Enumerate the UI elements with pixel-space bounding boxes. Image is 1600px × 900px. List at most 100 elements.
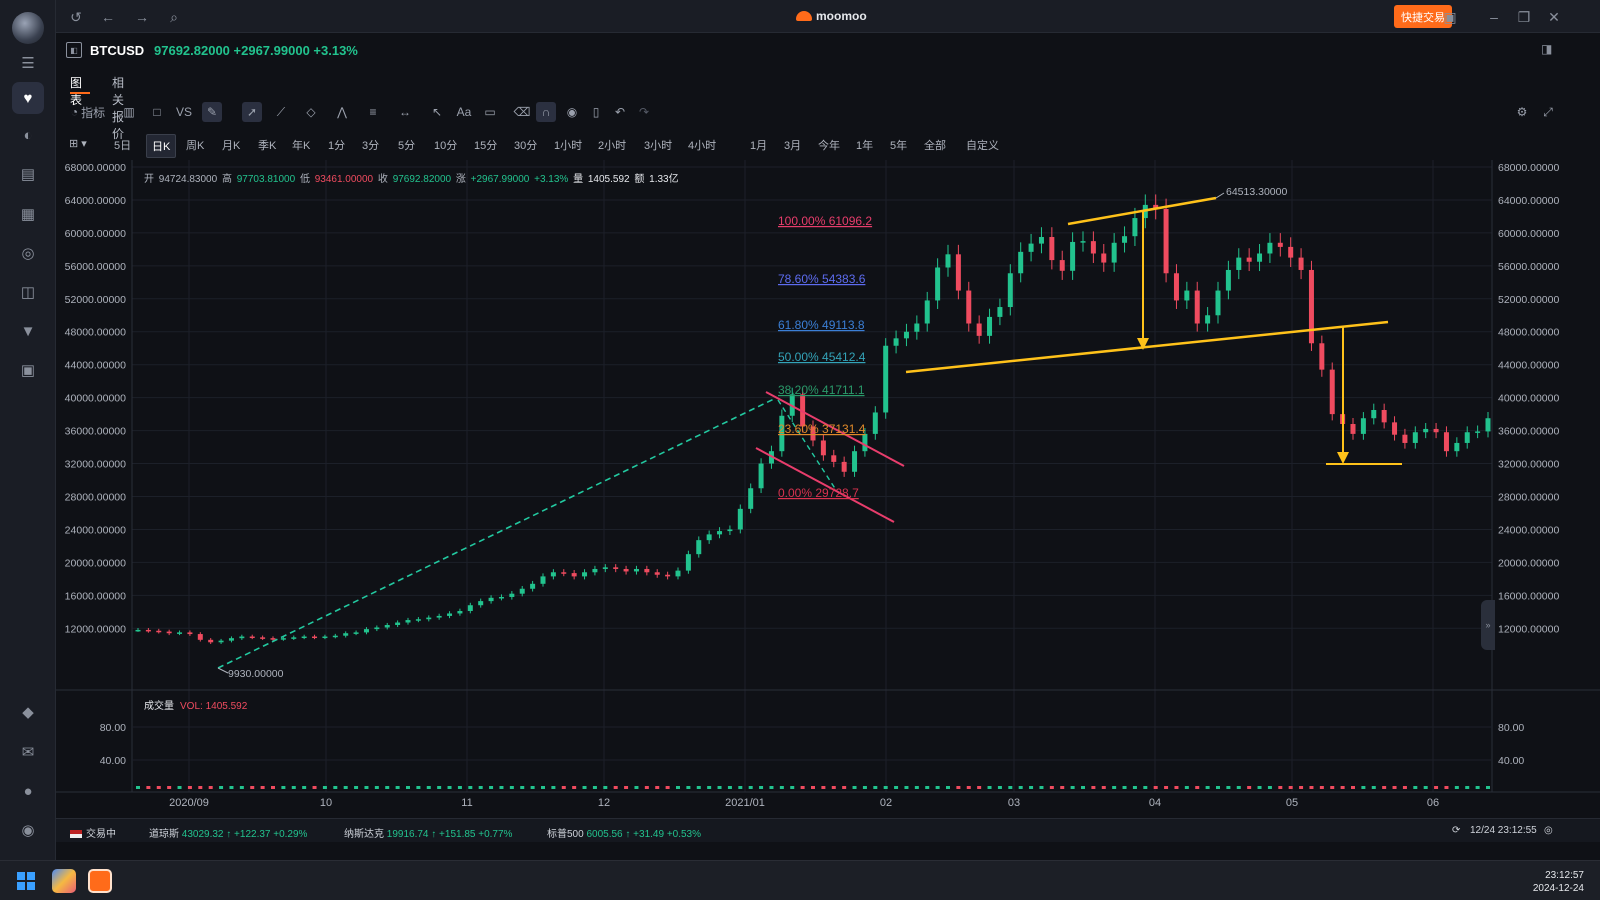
screener-filter-icon[interactable]: ▼	[16, 319, 40, 343]
left-sidebar: ☰ ♥ ◐ ▤ ▦ ◎ ◫ ▼ ▣ ◆ ✉ ● ◉	[0, 0, 56, 860]
fullscreen-icon[interactable]: ⤢	[1538, 102, 1558, 122]
delete-trash-icon[interactable]: ▯	[586, 102, 606, 122]
sp500-index[interactable]: 标普500 6005.56 ↑ +31.49 +0.53%	[547, 825, 701, 840]
history-icon[interactable]: ↺	[66, 7, 86, 27]
comment-icon[interactable]: ▭	[480, 102, 500, 122]
magnet-icon[interactable]: ∩	[536, 102, 556, 122]
support-icon[interactable]: ◉	[16, 818, 40, 842]
chart-icon[interactable]: ◫	[16, 280, 40, 304]
restore-icon[interactable]: ❐	[1514, 7, 1534, 27]
moomoo-taskbar-icon[interactable]	[88, 869, 112, 893]
period-18[interactable]: 今年	[818, 137, 840, 153]
volume-bar	[655, 786, 660, 789]
expand-panel-icon[interactable]: ◨	[1541, 42, 1557, 58]
redo-icon[interactable]: ↷	[634, 102, 654, 122]
close-icon[interactable]: ✕	[1544, 7, 1564, 27]
period-2[interactable]: 周K	[186, 137, 204, 153]
candle-body	[208, 639, 214, 643]
search-icon[interactable]: ⌕	[164, 7, 184, 27]
volume-bar	[665, 786, 670, 789]
candle-body	[924, 300, 930, 324]
period-4[interactable]: 季K	[258, 137, 276, 153]
volume-bar	[707, 786, 712, 789]
collapse-panel-icon[interactable]: ◧	[66, 42, 82, 58]
indicator-button[interactable]: ◔ 指标	[68, 102, 108, 122]
menu-icon[interactable]: ☰	[16, 51, 40, 75]
layout-dropdown[interactable]: ⊞ ▾	[69, 137, 87, 150]
candle-body	[426, 617, 432, 620]
dow-label: 道琼斯	[149, 829, 179, 840]
period-8[interactable]: 5分	[398, 137, 415, 153]
portfolio-icon[interactable]: ▦	[16, 202, 40, 226]
candle-body	[1412, 432, 1418, 443]
period-14[interactable]: 3小时	[644, 137, 672, 153]
eraser-icon[interactable]: ⌫	[512, 102, 532, 122]
candle-body	[571, 573, 577, 577]
undo-icon[interactable]: ↶	[610, 102, 630, 122]
hide-eye-icon[interactable]: ◎	[1544, 825, 1553, 836]
wallet-icon[interactable]: ▤	[16, 162, 40, 186]
notification-bell-icon[interactable]: ◆	[16, 700, 40, 724]
windows-start-icon[interactable]	[17, 872, 35, 890]
draw-pen-icon[interactable]: ✎	[202, 102, 222, 122]
back-arrow-icon[interactable]: ←	[98, 7, 118, 27]
visibility-eye-icon[interactable]: ◉	[562, 102, 582, 122]
period-3[interactable]: 月K	[222, 137, 240, 153]
mail-icon[interactable]: ✉	[16, 740, 40, 764]
quote-header: ◧ BTCUSD 97692.82000 +2967.99000 +3.13% …	[56, 34, 1600, 66]
period-9[interactable]: 10分	[434, 137, 457, 153]
pattern-icon[interactable]: ⋀	[331, 102, 353, 122]
shape-icon[interactable]: ◇	[300, 102, 322, 122]
period-20[interactable]: 5年	[890, 137, 907, 153]
period-19[interactable]: 1年	[856, 137, 873, 153]
candle-body	[1267, 242, 1273, 254]
period-17[interactable]: 3月	[784, 137, 801, 153]
watchlist-heart-icon[interactable]: ♥	[12, 82, 44, 114]
candle-type-icon[interactable]: ▥	[120, 102, 138, 122]
period-6[interactable]: 1分	[328, 137, 345, 153]
fibonacci-icon[interactable]: ≡	[362, 102, 384, 122]
compare-button[interactable]: VS	[174, 102, 194, 122]
period-1[interactable]: 日K	[146, 134, 177, 158]
volume-bar	[219, 786, 224, 789]
minimize-icon[interactable]: –	[1484, 7, 1504, 27]
period-16[interactable]: 1月	[750, 137, 767, 153]
markets-icon[interactable]: ◐	[16, 123, 40, 147]
lock-icon[interactable]: ▣	[1440, 7, 1460, 27]
y-tick-label-left: 28000.00000	[65, 491, 126, 503]
news-icon[interactable]: ▣	[16, 358, 40, 382]
nasdaq-index[interactable]: 纳斯达克 19916.74 ↑ +151.85 +0.77%	[344, 825, 512, 840]
taskbar-app-icon[interactable]	[52, 869, 76, 893]
volume-bar	[302, 786, 307, 789]
cursor-icon[interactable]: ➚	[242, 102, 262, 122]
candle-body	[1184, 290, 1190, 301]
discover-compass-icon[interactable]: ◎	[16, 241, 40, 265]
rectangle-icon[interactable]: □	[148, 102, 166, 122]
candle-body	[675, 570, 681, 577]
dow-index[interactable]: 道琼斯 43029.32 ↑ +122.37 +0.29%	[149, 825, 307, 840]
period-11[interactable]: 30分	[514, 137, 537, 153]
refresh-icon[interactable]: ⟳	[1452, 825, 1460, 836]
measure-icon[interactable]: ↔	[394, 102, 416, 122]
period-13[interactable]: 2小时	[598, 137, 626, 153]
period-0[interactable]: 5日	[114, 137, 131, 153]
period-5[interactable]: 年K	[292, 137, 310, 153]
period-10[interactable]: 15分	[474, 137, 497, 153]
settings-gear-icon[interactable]: ⚙	[1512, 102, 1532, 122]
user-avatar[interactable]	[12, 12, 44, 44]
clock-time: 23:12:57	[1545, 870, 1584, 881]
period-15[interactable]: 4小时	[688, 137, 716, 153]
expand-side-panel-icon[interactable]: »	[1481, 600, 1495, 650]
period-7[interactable]: 3分	[362, 137, 379, 153]
arrow-tool-icon[interactable]: ↖	[426, 102, 448, 122]
market-state: 交易中	[70, 825, 116, 840]
text-tool[interactable]: Aa	[454, 102, 474, 122]
period-21[interactable]: 全部	[924, 137, 946, 153]
period-22[interactable]: 自定义	[966, 137, 999, 153]
volume-bar	[1382, 786, 1387, 789]
trendline-icon[interactable]: ⟋	[270, 102, 292, 122]
period-12[interactable]: 1小时	[554, 137, 582, 153]
price-chart[interactable]: 68000.00000 68000.00000 64000.00000 64000.0…	[56, 160, 1600, 815]
chat-icon[interactable]: ●	[16, 779, 40, 803]
forward-arrow-icon[interactable]: →	[132, 7, 152, 27]
